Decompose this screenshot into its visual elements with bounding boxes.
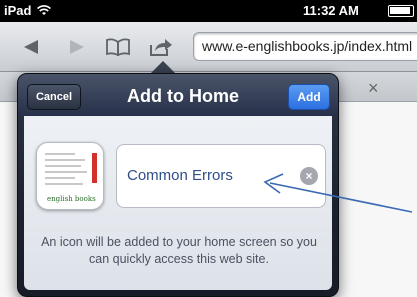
status-time: 11:32 AM xyxy=(303,3,359,18)
wifi-icon xyxy=(37,5,52,15)
url-field[interactable]: www.e-englishbooks.jp/index.html xyxy=(193,32,417,61)
back-button[interactable] xyxy=(16,32,46,62)
share-arrow-icon xyxy=(150,39,172,56)
back-arrow-icon xyxy=(24,40,38,54)
english-books-logo: english books xyxy=(47,195,96,203)
share-button[interactable] xyxy=(146,32,176,62)
bookmarks-button[interactable] xyxy=(103,32,133,62)
forward-arrow-icon xyxy=(70,40,84,54)
home-name-value[interactable]: Common Errors xyxy=(127,167,233,184)
web-clip-icon: english books xyxy=(36,142,104,210)
browser-toolbar: www.e-englishbooks.jp/index.html xyxy=(0,22,417,72)
status-left: iPad xyxy=(4,3,52,18)
home-name-field[interactable]: Common Errors × xyxy=(116,144,326,208)
thumb-red-bar xyxy=(92,153,97,183)
add-button[interactable]: Add xyxy=(288,84,330,110)
add-to-home-popover: Cancel Add to Home Add english books Com… xyxy=(17,73,339,297)
status-bar: iPad 11:32 AM xyxy=(0,0,417,22)
clear-text-icon[interactable]: × xyxy=(300,167,318,185)
forward-button[interactable] xyxy=(62,32,92,62)
device-label: iPad xyxy=(4,3,32,18)
popover-header: Cancel Add to Home Add xyxy=(18,74,338,116)
battery-icon xyxy=(388,5,414,17)
close-tab-icon[interactable]: × xyxy=(368,78,379,99)
cancel-button[interactable]: Cancel xyxy=(27,84,81,110)
popover-title: Add to Home xyxy=(127,86,239,106)
bookmarks-book-icon xyxy=(106,38,130,56)
add-to-home-description: An icon will be added to your home scree… xyxy=(41,235,317,266)
popover-body: english books Common Errors × An icon wi… xyxy=(24,116,332,290)
